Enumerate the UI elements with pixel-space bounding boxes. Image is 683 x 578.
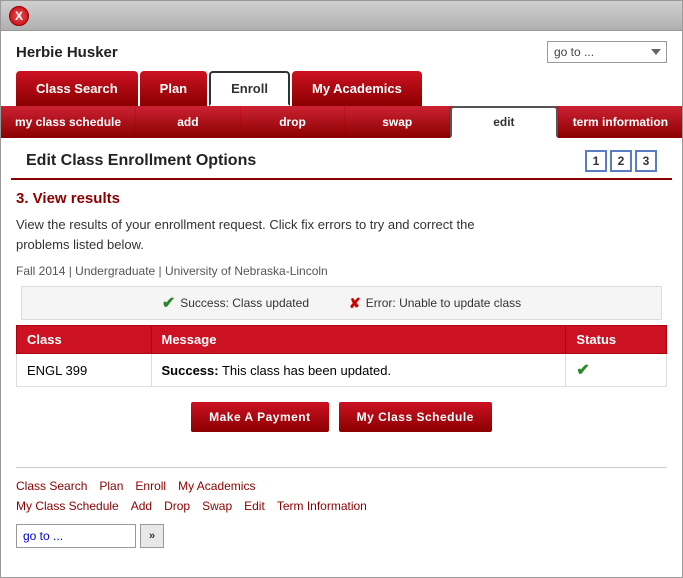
close-button[interactable]: X [9, 6, 29, 26]
row-status-icon: ✔ [576, 362, 589, 379]
footer-link-swap[interactable]: Swap [202, 499, 232, 513]
title-bar: X [1, 1, 682, 31]
subtab-add[interactable]: add [136, 106, 240, 138]
subtab-term-information[interactable]: term information [559, 106, 682, 138]
tab-class-search[interactable]: Class Search [16, 71, 138, 106]
cell-status: ✔ [566, 354, 667, 387]
main-nav: Class Search Plan Enroll My Academics [1, 71, 682, 106]
error-x-icon: ✘ [349, 295, 361, 312]
footer-link-drop[interactable]: Drop [164, 499, 190, 513]
section-content: 3. View results View the results of your… [1, 180, 682, 457]
goto-arrow-button[interactable]: » [140, 524, 164, 548]
status-error: ✘ Error: Unable to update class [349, 295, 521, 312]
tab-my-academics[interactable]: My Academics [292, 71, 422, 106]
success-check-icon: ✔ [162, 293, 175, 313]
footer-link-plan[interactable]: Plan [99, 479, 123, 493]
subtab-swap[interactable]: swap [345, 106, 449, 138]
tab-enroll[interactable]: Enroll [209, 71, 290, 106]
user-header: Herbie Husker go to ... [1, 31, 682, 71]
message-bold: Success: [162, 363, 219, 378]
col-class: Class [17, 326, 152, 354]
results-table: Class Message Status ENGL 399 Success: T… [16, 325, 667, 387]
bottom-goto-select[interactable]: go to ... [16, 524, 136, 548]
cell-message: Success: This class has been updated. [151, 354, 566, 387]
subtab-edit[interactable]: edit [450, 106, 558, 138]
page-title: Edit Class Enrollment Options [26, 152, 256, 170]
status-success: ✔ Success: Class updated [162, 293, 309, 313]
footer-link-edit[interactable]: Edit [244, 499, 265, 513]
subtab-drop[interactable]: drop [241, 106, 345, 138]
footer-links-row1: Class Search Plan Enroll My Academics [1, 476, 682, 496]
message-text: This class has been updated. [219, 363, 392, 378]
success-label: Success: Class updated [180, 296, 309, 310]
make-payment-button[interactable]: Make A Payment [191, 402, 328, 432]
steps-indicator: 1 2 3 [585, 150, 657, 172]
step-3[interactable]: 3 [635, 150, 657, 172]
page-title-area: Edit Class Enrollment Options 1 2 3 [11, 138, 672, 180]
action-buttons: Make A Payment My Class Schedule [16, 402, 667, 432]
col-message: Message [151, 326, 566, 354]
col-status: Status [566, 326, 667, 354]
subtab-my-class-schedule[interactable]: my class schedule [1, 106, 135, 138]
cell-class: ENGL 399 [17, 354, 152, 387]
goto-container: go to ... [547, 41, 667, 63]
term-info: Fall 2014 | Undergraduate | University o… [16, 264, 667, 278]
error-label: Error: Unable to update class [366, 296, 521, 310]
user-name: Herbie Husker [16, 44, 118, 61]
footer-link-class-search[interactable]: Class Search [16, 479, 87, 493]
footer-separator [16, 467, 667, 468]
bottom-goto: go to ... » [1, 516, 682, 558]
section-header: 3. View results [16, 190, 667, 207]
goto-select[interactable]: go to ... [547, 41, 667, 63]
footer-links-row2: My Class Schedule Add Drop Swap Edit Ter… [1, 496, 682, 516]
footer-link-my-academics[interactable]: My Academics [178, 479, 255, 493]
main-window: X Herbie Husker go to ... Class Search P… [0, 0, 683, 578]
step-2[interactable]: 2 [610, 150, 632, 172]
footer-link-enroll[interactable]: Enroll [135, 479, 166, 493]
status-bar: ✔ Success: Class updated ✘ Error: Unable… [21, 286, 662, 320]
goto-select-container: go to ... » [16, 524, 164, 548]
footer-link-term-information[interactable]: Term Information [277, 499, 367, 513]
sub-nav: my class schedule add drop swap edit ter… [1, 106, 682, 138]
step-1[interactable]: 1 [585, 150, 607, 172]
tab-plan[interactable]: Plan [140, 71, 207, 106]
page-content: Herbie Husker go to ... Class Search Pla… [1, 31, 682, 577]
description-text: View the results of your enrollment requ… [16, 215, 667, 254]
my-class-schedule-button[interactable]: My Class Schedule [339, 402, 492, 432]
footer-link-add[interactable]: Add [131, 499, 152, 513]
footer-link-my-class-schedule[interactable]: My Class Schedule [16, 499, 119, 513]
table-row: ENGL 399 Success: This class has been up… [17, 354, 667, 387]
